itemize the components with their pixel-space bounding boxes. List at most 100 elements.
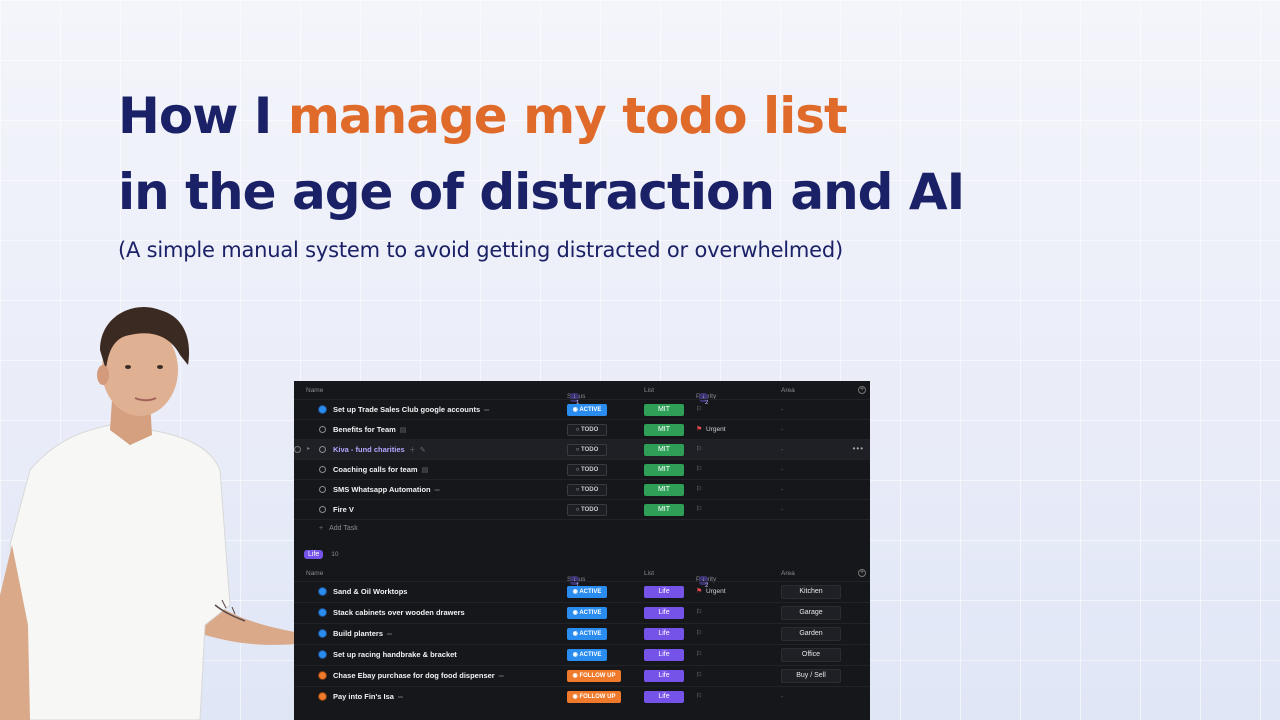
table-row[interactable]: Chase Ebay purchase for dog food dispens… <box>294 665 870 686</box>
urgent-flag-icon[interactable]: ⚑ <box>696 425 702 433</box>
status-todo-icon[interactable] <box>319 426 326 433</box>
table-row[interactable]: Set up Trade Sales Club google accounts ═… <box>294 399 870 419</box>
add-task-button[interactable]: + Add Task <box>319 525 358 532</box>
area-value[interactable]: - <box>781 692 784 701</box>
flag-icon[interactable]: ⚐ <box>696 445 702 453</box>
list-badge[interactable]: Life <box>644 607 684 619</box>
add-task-row[interactable]: + Add Task <box>294 519 870 539</box>
list-badge[interactable]: Life <box>644 670 684 682</box>
list-badge[interactable]: MIT <box>644 424 684 436</box>
status-badge[interactable]: ◉ ACTIVE <box>567 628 607 640</box>
status-badge[interactable]: ◉ FOLLOW UP <box>567 691 621 703</box>
list-badge[interactable]: Life <box>644 691 684 703</box>
area-value[interactable]: Garden <box>781 627 841 641</box>
status-badge[interactable]: ◉ ACTIVE <box>567 404 607 416</box>
list-badge[interactable]: MIT <box>644 504 684 516</box>
status-badge[interactable]: ◉ ACTIVE <box>567 649 607 661</box>
area-value[interactable]: Kitchen <box>781 585 841 599</box>
flag-icon[interactable]: ⚐ <box>696 405 702 413</box>
status-active-icon[interactable] <box>319 406 326 413</box>
table-row[interactable]: Fire V ○ TODO MIT ⚐ - <box>294 499 870 519</box>
area-value[interactable]: - <box>781 405 784 414</box>
status-badge[interactable]: ○ TODO <box>567 484 607 496</box>
col-name[interactable]: Name <box>306 570 323 577</box>
row-select-checkbox[interactable] <box>294 446 301 453</box>
task-name[interactable]: Chase Ebay purchase for dog food dispens… <box>333 671 504 680</box>
area-value[interactable]: - <box>781 445 784 454</box>
col-area[interactable]: Area <box>781 570 795 577</box>
col-list[interactable]: List <box>644 387 654 394</box>
table-row[interactable]: SMS Whatsapp Automation ═ ○ TODO MIT ⚐ - <box>294 479 870 499</box>
status-follow-up-icon[interactable] <box>319 693 326 700</box>
status-badge[interactable]: ◉ ACTIVE <box>567 607 607 619</box>
status-follow-up-icon[interactable] <box>319 672 326 679</box>
task-name[interactable]: Stack cabinets over wooden drawers <box>333 608 465 617</box>
group-tag[interactable]: Life <box>304 550 324 559</box>
add-subtask-icon[interactable]: ＋ <box>409 447 416 454</box>
col-list[interactable]: List <box>644 570 654 577</box>
flag-icon[interactable]: ⚐ <box>696 692 702 700</box>
status-active-icon[interactable] <box>319 588 326 595</box>
task-name[interactable]: SMS Whatsapp Automation ═ <box>333 485 440 494</box>
col-name[interactable]: Name <box>306 387 323 394</box>
flag-icon[interactable]: ⚐ <box>696 485 702 493</box>
table-row[interactable]: Build planters ═ ◉ ACTIVE Life ⚐ Garden <box>294 623 870 644</box>
area-value[interactable]: - <box>781 465 784 474</box>
status-badge[interactable]: ○ TODO <box>567 444 607 456</box>
task-name[interactable]: Fire V <box>333 505 354 514</box>
status-badge[interactable]: ◉ ACTIVE <box>567 586 607 598</box>
task-name[interactable]: Benefits for Team ▤ <box>333 425 406 434</box>
add-column-icon[interactable]: + <box>858 386 866 394</box>
edit-pencil-icon[interactable]: ✎ <box>420 447 426 454</box>
flag-icon[interactable]: ⚐ <box>696 671 702 679</box>
status-badge[interactable]: ○ TODO <box>567 424 607 436</box>
status-todo-icon[interactable] <box>319 466 326 473</box>
task-name[interactable]: Build planters ═ <box>333 629 392 638</box>
list-badge[interactable]: Life <box>644 649 684 661</box>
table-row[interactable]: Pay into Fin's Isa ═ ◉ FOLLOW UP Life ⚐ - <box>294 686 870 707</box>
table-row[interactable]: Coaching calls for team ▤ ○ TODO MIT ⚐ - <box>294 459 870 479</box>
task-name[interactable]: Pay into Fin's Isa ═ <box>333 692 403 701</box>
list-badge[interactable]: MIT <box>644 464 684 476</box>
priority-value[interactable]: Urgent <box>706 588 726 595</box>
task-name[interactable]: Coaching calls for team ▤ <box>333 465 428 474</box>
table-row[interactable]: Benefits for Team ▤ ○ TODO MIT ⚑ Urgent - <box>294 419 870 439</box>
table-row[interactable]: ▸ Kiva - fund charities ＋ ✎ ○ TODO MIT ⚐ -… <box>294 439 870 459</box>
task-name[interactable]: Set up Trade Sales Club google accounts ═ <box>333 405 489 414</box>
add-column-icon[interactable]: + <box>858 569 866 577</box>
area-value[interactable]: Garage <box>781 606 841 620</box>
status-active-icon[interactable] <box>319 630 326 637</box>
table-row[interactable]: Set up racing handbrake & bracket ◉ ACTI… <box>294 644 870 665</box>
area-value[interactable]: - <box>781 505 784 514</box>
table-row[interactable]: Sand & Oil Worktops ◉ ACTIVE Life ⚑ Urge… <box>294 581 870 602</box>
expand-chevron-icon[interactable]: ▸ <box>307 445 310 452</box>
list-badge[interactable]: MIT <box>644 404 684 416</box>
task-name[interactable]: Kiva - fund charities ＋ ✎ <box>333 445 426 455</box>
status-active-icon[interactable] <box>319 609 326 616</box>
area-value[interactable]: - <box>781 485 784 494</box>
more-options-icon[interactable]: ••• <box>853 444 864 453</box>
group-header-life[interactable]: Life 10 <box>304 549 339 559</box>
flag-icon[interactable]: ⚐ <box>696 505 702 513</box>
table-row[interactable]: Stack cabinets over wooden drawers ◉ ACT… <box>294 602 870 623</box>
area-value[interactable]: Office <box>781 648 841 662</box>
status-badge[interactable]: ○ TODO <box>567 464 607 476</box>
status-active-icon[interactable] <box>319 651 326 658</box>
status-todo-icon[interactable] <box>319 506 326 513</box>
urgent-flag-icon[interactable]: ⚑ <box>696 587 702 595</box>
list-badge[interactable]: MIT <box>644 444 684 456</box>
status-todo-icon[interactable] <box>319 486 326 493</box>
col-area[interactable]: Area <box>781 387 795 394</box>
task-name[interactable]: Sand & Oil Worktops <box>333 587 407 596</box>
status-badge[interactable]: ◉ FOLLOW UP <box>567 670 621 682</box>
list-badge[interactable]: Life <box>644 628 684 640</box>
flag-icon[interactable]: ⚐ <box>696 650 702 658</box>
area-value[interactable]: Buy / Sell <box>781 669 841 683</box>
status-todo-icon[interactable] <box>319 446 326 453</box>
flag-icon[interactable]: ⚐ <box>696 629 702 637</box>
status-badge[interactable]: ○ TODO <box>567 504 607 516</box>
task-name[interactable]: Set up racing handbrake & bracket <box>333 650 457 659</box>
area-value[interactable]: - <box>781 425 784 434</box>
list-badge[interactable]: MIT <box>644 484 684 496</box>
flag-icon[interactable]: ⚐ <box>696 465 702 473</box>
